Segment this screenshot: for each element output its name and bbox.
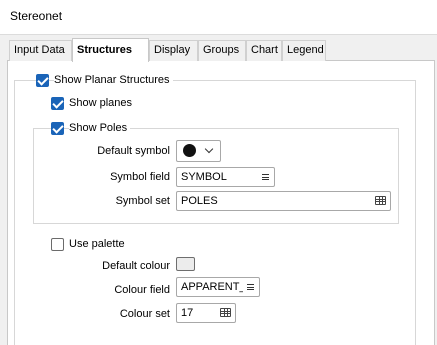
colour-field-value: APPARENT_ <box>181 281 243 293</box>
default-symbol-dropdown[interactable] <box>176 140 221 162</box>
list-icon[interactable] <box>247 284 254 290</box>
tab-legend[interactable]: Legend <box>282 40 326 61</box>
show-poles-label: Show Poles <box>69 122 131 134</box>
symbol-set-input[interactable]: POLES <box>176 191 391 211</box>
default-colour-label: Default colour <box>102 260 170 272</box>
colour-set-input[interactable]: 17 <box>176 303 236 323</box>
colour-field-input[interactable]: APPARENT_ <box>176 277 260 297</box>
colour-field-label: Colour field <box>114 284 170 296</box>
colour-set-label: Colour set <box>119 308 170 320</box>
window-title: Stereonet <box>10 9 63 23</box>
symbol-field-label: Symbol field <box>110 171 170 183</box>
use-palette-checkbox[interactable] <box>51 238 64 251</box>
use-palette-label: Use palette <box>69 238 125 250</box>
show-poles-checkbox[interactable] <box>51 122 64 135</box>
list-icon[interactable] <box>262 174 269 180</box>
show-planes-checkbox[interactable] <box>51 97 64 110</box>
show-planes-label: Show planes <box>69 97 132 109</box>
chevron-down-icon <box>204 144 214 154</box>
default-symbol-label: Default symbol <box>97 145 170 157</box>
browse-table-icon[interactable] <box>375 196 386 205</box>
tab-structures[interactable]: Structures <box>72 38 149 62</box>
symbol-set-label: Symbol set <box>115 195 170 207</box>
tab-chart[interactable]: Chart <box>246 40 282 61</box>
symbol-field-input[interactable]: SYMBOL <box>176 167 275 187</box>
tab-input-data[interactable]: Input Data <box>9 40 72 61</box>
default-colour-swatch[interactable] <box>176 257 195 271</box>
browse-table-icon[interactable] <box>220 308 231 317</box>
symbol-field-value: SYMBOL <box>181 171 227 183</box>
title-divider <box>0 34 437 35</box>
tab-display[interactable]: Display <box>149 40 198 61</box>
tab-groups[interactable]: Groups <box>198 40 246 61</box>
colour-set-value: 17 <box>181 307 194 319</box>
title-bar: Stereonet <box>0 0 437 34</box>
symbol-set-value: POLES <box>181 195 218 207</box>
filled-circle-icon <box>183 144 196 157</box>
show-planar-structures-label: Show Planar Structures <box>54 74 173 86</box>
show-planar-structures-checkbox[interactable] <box>36 74 49 87</box>
